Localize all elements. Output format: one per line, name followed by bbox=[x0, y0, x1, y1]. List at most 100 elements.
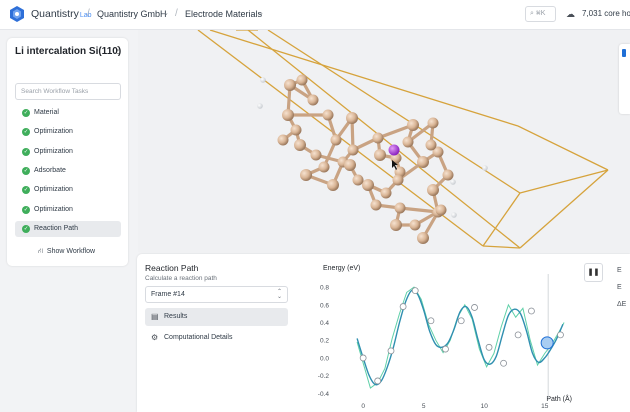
h-atom[interactable] bbox=[482, 165, 488, 171]
image-point[interactable] bbox=[557, 331, 564, 339]
si-atom[interactable] bbox=[372, 132, 384, 144]
image-point[interactable] bbox=[387, 347, 395, 355]
frame-select-value: Frame #14 bbox=[151, 291, 185, 298]
check-icon: ✓ bbox=[22, 224, 30, 233]
workflow-task-label: Optimization bbox=[34, 205, 73, 213]
results-menu-item[interactable]: ▤ Results bbox=[145, 308, 288, 326]
quantistry-logo-icon[interactable] bbox=[8, 5, 26, 23]
structure-viewer[interactable] bbox=[138, 29, 630, 252]
si-atom[interactable] bbox=[435, 204, 447, 216]
h-atom[interactable] bbox=[450, 179, 456, 185]
si-atom[interactable] bbox=[427, 117, 439, 129]
workflow-task[interactable]: ✓ Material bbox=[15, 105, 121, 121]
image-point[interactable] bbox=[359, 354, 367, 362]
workflow-task-label: Material bbox=[34, 109, 59, 116]
image-point[interactable] bbox=[411, 287, 419, 295]
si-atom[interactable] bbox=[442, 169, 454, 181]
workflow-task[interactable]: ✓ Reaction Path bbox=[15, 220, 121, 237]
si-atom[interactable] bbox=[327, 179, 339, 191]
workflow-task[interactable]: ✓ Optimization bbox=[15, 124, 121, 140]
core-hours[interactable]: 7,031 core hour bbox=[582, 9, 630, 18]
cell-edge bbox=[209, 29, 519, 127]
gear-icon: ⚙ bbox=[151, 333, 159, 342]
search-icon: ⌕ bbox=[530, 10, 534, 17]
si-atom[interactable] bbox=[330, 134, 342, 146]
si-atom[interactable] bbox=[282, 109, 294, 121]
h-atom[interactable] bbox=[257, 103, 263, 109]
si-atom[interactable] bbox=[294, 139, 306, 151]
si-atom[interactable] bbox=[394, 202, 406, 214]
workflow-task[interactable]: ✓ Optimization bbox=[15, 202, 121, 218]
current-frame-point[interactable] bbox=[540, 336, 554, 350]
workflow-search-input[interactable]: Search Workflow Tasks bbox=[15, 83, 121, 100]
computational-details-label: Computational Details bbox=[164, 334, 233, 341]
breadcrumb-project[interactable]: Electrode Materials bbox=[185, 9, 262, 19]
breadcrumb-separator: / bbox=[175, 8, 178, 19]
si-atom[interactable] bbox=[380, 187, 392, 199]
viewer-tab-indicator bbox=[622, 49, 626, 57]
si-atom[interactable] bbox=[362, 179, 374, 191]
si-atom[interactable] bbox=[290, 124, 302, 136]
si-atom[interactable] bbox=[307, 94, 319, 106]
si-atom[interactable] bbox=[417, 232, 429, 244]
viewer-side-tab[interactable] bbox=[619, 44, 630, 114]
si-atom[interactable] bbox=[277, 134, 289, 146]
si-atom[interactable] bbox=[407, 119, 419, 131]
cell-edge bbox=[482, 245, 521, 249]
si-atom[interactable] bbox=[427, 184, 439, 196]
si-atom[interactable] bbox=[300, 169, 312, 181]
image-point[interactable] bbox=[471, 304, 478, 311]
chevron-down-icon[interactable]: ⌄ bbox=[258, 9, 264, 17]
si-atom[interactable] bbox=[352, 174, 364, 186]
chevron-down-icon[interactable]: ⌄ bbox=[163, 9, 169, 17]
breadcrumb-org[interactable]: Quantistry GmbH bbox=[97, 9, 167, 19]
si-atom[interactable] bbox=[344, 159, 356, 171]
si-atom[interactable] bbox=[392, 174, 404, 186]
energy-chart[interactable]: Energy (eV) -0.4 -0.2 0.0 0.2 0.4 0.6 0.8 0 5 10 15… bbox=[307, 260, 582, 412]
si-atom[interactable] bbox=[310, 149, 322, 161]
si-atom[interactable] bbox=[370, 199, 382, 211]
check-icon: ✓ bbox=[22, 166, 30, 175]
computational-details-menu-item[interactable]: ⚙ Computational Details bbox=[145, 329, 288, 347]
frame-select[interactable]: Frame #14 ⌃ ⌄ bbox=[145, 286, 288, 303]
si-atom[interactable] bbox=[425, 139, 437, 151]
image-point[interactable] bbox=[528, 307, 535, 315]
more-options-icon[interactable]: ⋮ bbox=[113, 45, 123, 56]
workflow-task[interactable]: ✓ Optimization bbox=[15, 144, 121, 160]
si-atom[interactable] bbox=[296, 74, 308, 86]
pause-button[interactable]: ❚❚ bbox=[584, 263, 603, 282]
legend-label: E bbox=[617, 284, 622, 291]
brand-name[interactable]: QuantistryLab bbox=[31, 8, 92, 20]
molecule-canvas[interactable] bbox=[138, 29, 630, 252]
results-label: Results bbox=[164, 313, 188, 320]
search-button[interactable]: ⌕ ⌘K bbox=[525, 6, 556, 22]
si-atom[interactable] bbox=[284, 79, 296, 91]
image-point[interactable] bbox=[427, 317, 435, 325]
si-atom[interactable] bbox=[322, 109, 334, 121]
si-atom[interactable] bbox=[318, 161, 330, 173]
image-point[interactable] bbox=[514, 331, 522, 339]
li-atom[interactable] bbox=[388, 144, 400, 156]
image-point[interactable] bbox=[374, 377, 382, 385]
si-atom[interactable] bbox=[374, 149, 386, 161]
si-atom[interactable] bbox=[417, 156, 429, 168]
check-icon: ✓ bbox=[22, 186, 30, 195]
workflow-task[interactable]: ✓ Adsorbate bbox=[15, 163, 121, 179]
image-point[interactable] bbox=[399, 303, 407, 310]
h-atom[interactable] bbox=[451, 212, 457, 218]
check-icon: ✓ bbox=[22, 147, 30, 156]
image-point[interactable] bbox=[500, 359, 507, 367]
si-atom[interactable] bbox=[347, 144, 359, 156]
y-tick-label: 0.8 bbox=[320, 285, 329, 292]
image-point[interactable] bbox=[485, 343, 493, 351]
h-atom[interactable] bbox=[260, 77, 266, 83]
si-atom[interactable] bbox=[409, 219, 421, 231]
si-atom[interactable] bbox=[402, 136, 414, 148]
si-atom[interactable] bbox=[390, 219, 402, 231]
image-point[interactable] bbox=[457, 317, 465, 325]
si-atom[interactable] bbox=[346, 112, 358, 124]
image-point[interactable] bbox=[442, 345, 449, 353]
show-workflow-button[interactable]: ⛙ Show Workflow bbox=[38, 247, 95, 256]
workflow-task[interactable]: ✓ Optimization bbox=[15, 182, 121, 198]
panel-subtitle: Calculate a reaction path bbox=[145, 275, 217, 282]
